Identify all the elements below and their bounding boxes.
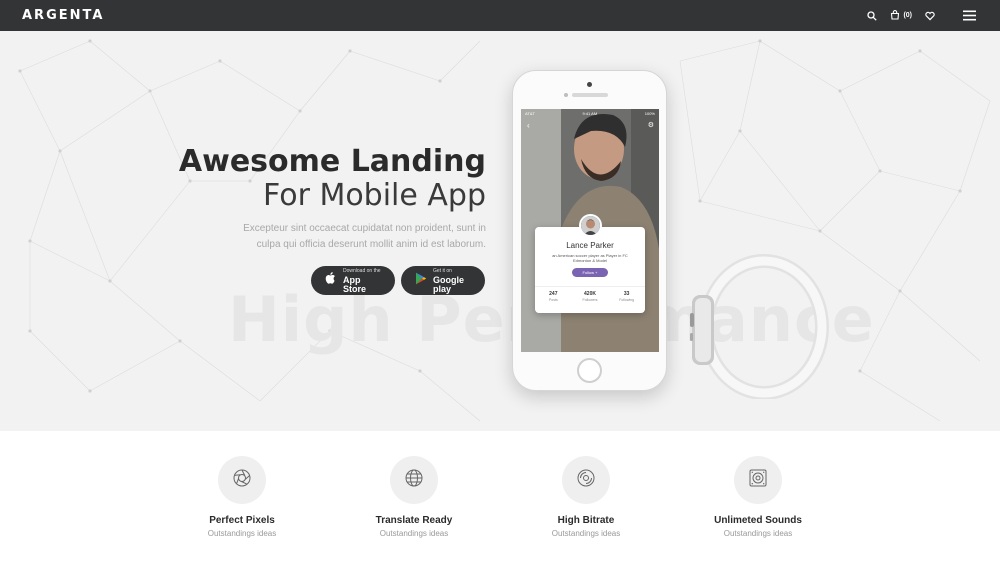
speaker-icon: [748, 468, 768, 493]
stat-posts: 247 Posts: [535, 291, 572, 302]
stat-value: 33: [623, 291, 630, 297]
profile-name: Lance Parker: [566, 241, 614, 250]
globe-icon: [404, 468, 424, 493]
cart-icon: [890, 9, 900, 22]
smartwatch-image: [690, 254, 829, 399]
feature-icon-circle: [218, 456, 266, 504]
google-play-icon: [415, 272, 427, 290]
carrier-text: AT&T: [525, 110, 535, 116]
google-play-label: Google play: [433, 275, 464, 294]
feature-subtitle: Outstandings ideas: [723, 529, 793, 538]
feature-subtitle: Outstandings ideas: [379, 529, 449, 538]
phone-status-bar: AT&T 9:41 AM 100%: [521, 109, 659, 117]
logo[interactable]: ARGENTA: [22, 8, 104, 23]
hero-title-line2: For Mobile App: [263, 178, 486, 213]
hero-title: Awesome Landing For Mobile App: [179, 145, 486, 213]
phone-mockup: AT&T 9:41 AM 100% ‹ ⚙ Lance Parker an Am…: [512, 70, 667, 391]
hero-title-line1: Awesome Landing: [178, 144, 486, 179]
feature-icon-circle: [562, 456, 610, 504]
app-store-label: App Store: [343, 275, 367, 294]
features-section: Perfect Pixels Outstandings ideas Transl…: [0, 431, 1000, 568]
feature-translate-ready: Translate Ready Outstandings ideas: [334, 456, 494, 538]
menu-icon[interactable]: [960, 8, 978, 24]
stat-followers: 420K Followers: [572, 291, 609, 302]
feature-subtitle: Outstandings ideas: [551, 529, 621, 538]
google-play-button[interactable]: Get it on Google play: [401, 266, 485, 295]
profile-stats: 247 Posts 420K Followers 33 Following: [535, 286, 645, 302]
hero-subtitle-line2: culpa qui officia deserunt mollit anim i…: [256, 239, 486, 250]
back-chevron-icon[interactable]: ‹: [527, 121, 530, 130]
time-text: 9:41 AM: [582, 110, 598, 116]
phone-screen: AT&T 9:41 AM 100% ‹ ⚙ Lance Parker an Am…: [521, 109, 659, 352]
hero-subtitle: Excepteur sint occaecat cupidatat non pr…: [226, 221, 486, 253]
hero-section: High Performance Awesome Landing For Mob…: [0, 31, 1000, 431]
search-icon[interactable]: [864, 8, 880, 24]
feature-unlimeted-sounds: Unlimeted Sounds Outstandings ideas: [678, 456, 838, 538]
feature-perfect-pixels: Perfect Pixels Outstandings ideas: [162, 456, 322, 538]
feature-title: Translate Ready: [375, 515, 453, 526]
phone-camera: [587, 82, 592, 87]
phone-sensor: [564, 93, 568, 97]
cart-count: (0): [903, 12, 912, 19]
stat-value: 247: [549, 291, 558, 297]
apple-icon: [325, 271, 337, 290]
top-navbar: ARGENTA (0): [0, 0, 1000, 31]
profile-card: Lance Parker an American soccer player a…: [535, 214, 645, 313]
gear-icon[interactable]: ⚙: [648, 121, 654, 129]
app-store-button[interactable]: Download on the App Store: [311, 266, 395, 295]
stat-label: Following: [619, 298, 635, 302]
feature-title: High Bitrate: [557, 515, 615, 526]
heart-icon[interactable]: [922, 8, 938, 24]
feature-title: Unlimeted Sounds: [714, 515, 802, 526]
feature-subtitle: Outstandings ideas: [207, 529, 277, 538]
battery-text: 100%: [644, 110, 655, 116]
hero-subtitle-line1: Excepteur sint occaecat cupidatat non pr…: [243, 223, 486, 234]
phone-home-button: [577, 358, 602, 383]
aperture-icon: [232, 468, 252, 493]
network-background: [18, 39, 991, 422]
phone-speaker: [572, 93, 608, 97]
avatar: [579, 214, 602, 237]
disc-icon: [576, 468, 596, 493]
stat-label: Posts: [548, 298, 558, 302]
feature-title: Perfect Pixels: [209, 515, 275, 526]
follow-button[interactable]: Follow +: [572, 268, 608, 277]
stat-value: 420K: [584, 291, 596, 297]
header-actions: (0): [864, 8, 978, 24]
feature-icon-circle: [390, 456, 438, 504]
feature-high-bitrate: High Bitrate Outstandings ideas: [506, 456, 666, 538]
profile-description: an American soccer player as Player in F…: [552, 253, 628, 263]
stat-following: 33 Following: [608, 291, 645, 302]
cart-button[interactable]: (0): [890, 9, 912, 22]
feature-icon-circle: [734, 456, 782, 504]
stat-label: Followers: [582, 298, 598, 302]
